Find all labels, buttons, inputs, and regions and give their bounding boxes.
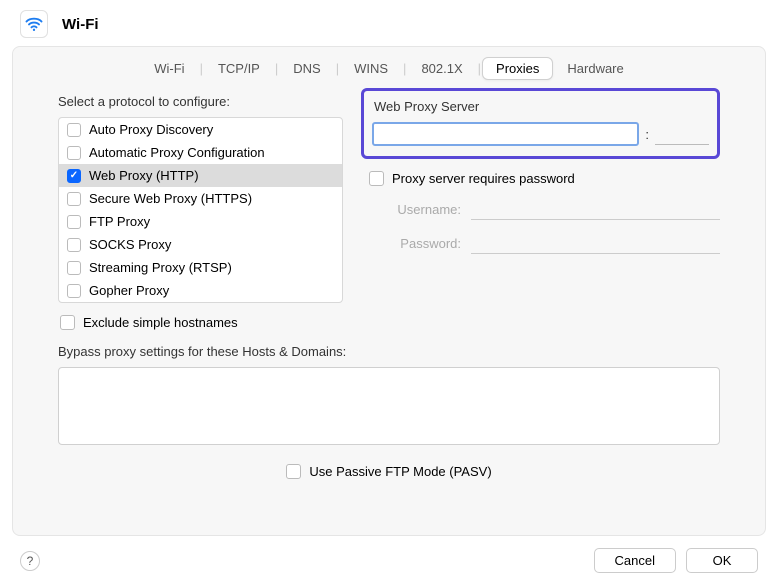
checkbox-auto-discovery[interactable]: [67, 123, 81, 137]
bypass-label: Bypass proxy settings for these Hosts & …: [58, 344, 720, 359]
protocol-item-auto-discovery[interactable]: Auto Proxy Discovery: [59, 118, 342, 141]
tab-wins[interactable]: WINS: [340, 57, 402, 80]
exclude-hostnames-label: Exclude simple hostnames: [83, 315, 238, 330]
protocol-item-label: Streaming Proxy (RTSP): [89, 260, 232, 275]
window-header: Wi-Fi: [0, 0, 778, 46]
protocol-item-label: Web Proxy (HTTP): [89, 168, 199, 183]
tab-wifi[interactable]: Wi-Fi: [140, 57, 198, 80]
proxy-host-input[interactable]: [372, 122, 639, 146]
protocol-item-rtsp[interactable]: Streaming Proxy (RTSP): [59, 256, 342, 279]
username-input[interactable]: [471, 198, 720, 220]
tab-dns[interactable]: DNS: [279, 57, 334, 80]
protocol-item-https[interactable]: Secure Web Proxy (HTTPS): [59, 187, 342, 210]
protocol-item-socks[interactable]: SOCKS Proxy: [59, 233, 342, 256]
host-port-separator: :: [645, 127, 649, 142]
server-input-row: :: [372, 122, 709, 146]
protocol-column: Select a protocol to configure: Auto Pro…: [58, 94, 343, 330]
server-column: Web Proxy Server : Proxy server requires…: [361, 94, 720, 330]
dialog-footer: ? Cancel OK: [0, 536, 778, 583]
bypass-textarea[interactable]: [58, 367, 720, 445]
proxies-content: Select a protocol to configure: Auto Pro…: [13, 94, 765, 330]
pasv-row[interactable]: Use Passive FTP Mode (PASV): [13, 464, 765, 479]
window-title: Wi-Fi: [62, 16, 99, 33]
checkbox-http[interactable]: [67, 169, 81, 183]
protocol-item-label: Auto Proxy Discovery: [89, 122, 213, 137]
protocol-item-label: Gopher Proxy: [89, 283, 169, 298]
checkbox-rtsp[interactable]: [67, 261, 81, 275]
wifi-icon: [20, 10, 48, 38]
checkbox-gopher[interactable]: [67, 284, 81, 298]
proxy-port-input[interactable]: [655, 123, 709, 145]
exclude-hostnames-row[interactable]: Exclude simple hostnames: [58, 315, 343, 330]
checkbox-socks[interactable]: [67, 238, 81, 252]
checkbox-auto-config[interactable]: [67, 146, 81, 160]
protocol-list[interactable]: Auto Proxy Discovery Automatic Proxy Con…: [58, 117, 343, 303]
checkbox-pasv[interactable]: [286, 464, 301, 479]
protocol-item-gopher[interactable]: Gopher Proxy: [59, 279, 342, 302]
wifi-network-settings: Wi-Fi Wi-Fi| TCP/IP| DNS| WINS| 802.1X| …: [0, 0, 778, 583]
bypass-section: Bypass proxy settings for these Hosts & …: [13, 344, 765, 448]
password-row: Password:: [361, 232, 720, 254]
help-button[interactable]: ?: [20, 551, 40, 571]
checkbox-exclude-hostnames[interactable]: [60, 315, 75, 330]
tab-bar: Wi-Fi| TCP/IP| DNS| WINS| 802.1X| Proxie…: [13, 47, 765, 94]
tab-8021x[interactable]: 802.1X: [407, 57, 476, 80]
pasv-label: Use Passive FTP Mode (PASV): [309, 464, 491, 479]
protocol-item-ftp[interactable]: FTP Proxy: [59, 210, 342, 233]
cancel-button[interactable]: Cancel: [594, 548, 676, 573]
protocol-item-auto-config[interactable]: Automatic Proxy Configuration: [59, 141, 342, 164]
protocol-item-label: SOCKS Proxy: [89, 237, 171, 252]
web-proxy-server-highlight: Web Proxy Server :: [361, 88, 720, 159]
requires-password-row[interactable]: Proxy server requires password: [361, 171, 720, 186]
protocol-item-http[interactable]: Web Proxy (HTTP): [59, 164, 342, 187]
checkbox-ftp[interactable]: [67, 215, 81, 229]
settings-panel: Wi-Fi| TCP/IP| DNS| WINS| 802.1X| Proxie…: [12, 46, 766, 536]
protocol-item-label: Automatic Proxy Configuration: [89, 145, 265, 160]
checkbox-https[interactable]: [67, 192, 81, 206]
username-label: Username:: [361, 202, 461, 217]
protocol-item-label: Secure Web Proxy (HTTPS): [89, 191, 252, 206]
tab-hardware[interactable]: Hardware: [553, 57, 637, 80]
web-proxy-server-label: Web Proxy Server: [372, 95, 709, 122]
footer-buttons: Cancel OK: [594, 548, 758, 573]
tab-proxies[interactable]: Proxies: [482, 57, 553, 80]
protocol-item-label: FTP Proxy: [89, 214, 150, 229]
password-label: Password:: [361, 236, 461, 251]
ok-button[interactable]: OK: [686, 548, 758, 573]
password-input[interactable]: [471, 232, 720, 254]
username-row: Username:: [361, 198, 720, 220]
checkbox-requires-password[interactable]: [369, 171, 384, 186]
tab-tcpip[interactable]: TCP/IP: [204, 57, 274, 80]
requires-password-label: Proxy server requires password: [392, 171, 575, 186]
protocol-label: Select a protocol to configure:: [58, 94, 343, 109]
